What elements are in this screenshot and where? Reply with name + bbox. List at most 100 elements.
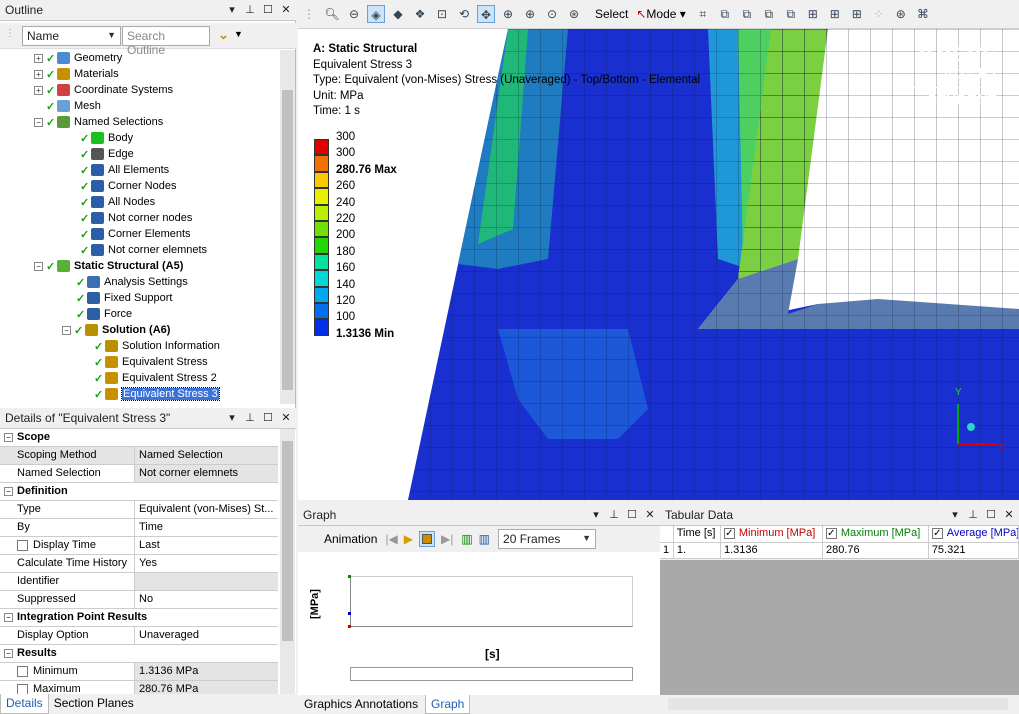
named-selection-row[interactable]: Named Selection Not corner elemnets bbox=[0, 465, 278, 483]
by-row[interactable]: By Time bbox=[0, 519, 278, 537]
row-value[interactable]: Last bbox=[135, 537, 278, 554]
distributed-frames-icon[interactable]: ▥ bbox=[461, 532, 472, 546]
tree-item[interactable]: ✓ Solution Information bbox=[94, 338, 220, 354]
column-visible-checkbox[interactable]: ✓ bbox=[931, 527, 943, 539]
tree-item[interactable]: ✓ All Elements bbox=[80, 162, 169, 178]
table-cell[interactable]: 1.3136 bbox=[721, 543, 823, 558]
annotation-icon[interactable]: ⌘ bbox=[914, 5, 932, 23]
first-frame-icon[interactable]: |◀ bbox=[385, 532, 397, 546]
minimum-row[interactable]: Minimum 1.3136 MPa bbox=[0, 663, 278, 681]
tab-graphics-annotations[interactable]: Graphics Annotations bbox=[304, 697, 418, 711]
label-icon[interactable]: ⊛ bbox=[892, 5, 910, 23]
tree-item[interactable]: ✓ Force bbox=[64, 306, 132, 322]
collapse-icon[interactable]: − bbox=[62, 325, 71, 335]
tree-item[interactable]: + ✓ Geometry bbox=[34, 50, 122, 66]
extend-selection-icon[interactable]: ⊞ bbox=[848, 5, 866, 23]
result-sets-icon[interactable]: ▥ bbox=[479, 532, 490, 546]
close-icon[interactable]: ✕ bbox=[280, 411, 292, 424]
column-header[interactable]: ✓ Average [MPa] bbox=[929, 526, 1019, 542]
maximize-icon[interactable]: ☐ bbox=[985, 508, 997, 521]
outline-search-input[interactable]: Search Outline bbox=[122, 26, 210, 57]
pin-dropdown-icon[interactable]: ▾ bbox=[226, 3, 238, 16]
tree-item[interactable]: + ✓ Coordinate Systems bbox=[34, 82, 173, 98]
row-value[interactable]: Yes bbox=[135, 555, 278, 572]
expand-icon[interactable]: + bbox=[34, 53, 43, 63]
column-header[interactable]: Time [s] bbox=[674, 526, 721, 542]
time-scrubber[interactable] bbox=[350, 667, 633, 681]
contour-legend[interactable]: 300 300 280.76 Max 260 240 220 200 180 160 140 120… bbox=[314, 131, 434, 346]
select-element-icon[interactable]: ⊞ bbox=[826, 5, 844, 23]
details-scrollbar[interactable] bbox=[280, 429, 295, 694]
outline-filter-select[interactable]: Name ▼ bbox=[22, 26, 121, 46]
maximize-icon[interactable]: ☐ bbox=[262, 411, 274, 424]
scope-group[interactable]: − Scope bbox=[0, 429, 278, 447]
frames-select[interactable]: 20 Frames ▼ bbox=[498, 529, 597, 549]
tree-item[interactable]: ✓ Analysis Settings bbox=[64, 274, 188, 290]
tab-details[interactable]: Details bbox=[0, 694, 49, 714]
tree-item[interactable]: − ✓ Named Selections bbox=[34, 114, 163, 130]
filter-options-chevron-icon[interactable]: ⌄ bbox=[218, 27, 229, 43]
tab-graph[interactable]: Graph bbox=[425, 695, 471, 714]
close-icon[interactable]: ✕ bbox=[1003, 508, 1015, 521]
tree-item[interactable]: ✓ Mesh bbox=[34, 98, 101, 114]
zoom-to-fit-icon[interactable]: 🔍︎ bbox=[323, 5, 341, 23]
tree-item[interactable]: − ✓ Solution (A6) bbox=[62, 322, 170, 338]
identifier-row[interactable]: Identifier bbox=[0, 573, 278, 591]
collapse-icon[interactable]: − bbox=[4, 487, 13, 496]
filter-dropdown-icon[interactable]: ▼ bbox=[234, 29, 243, 39]
select-vertex-icon[interactable]: ⌗ bbox=[694, 5, 712, 23]
display-option-row[interactable]: Display Option Unaveraged bbox=[0, 627, 278, 645]
collapse-icon[interactable]: − bbox=[4, 433, 13, 442]
pin-icon[interactable]: ⊥ bbox=[967, 508, 979, 521]
close-icon[interactable]: ✕ bbox=[280, 3, 292, 16]
rotate-icon[interactable]: ⟲ bbox=[455, 5, 473, 23]
type-row[interactable]: Type Equivalent (von-Mises) St... bbox=[0, 501, 278, 519]
tree-item[interactable]: ✓ Corner Nodes bbox=[80, 178, 176, 194]
definition-group[interactable]: − Definition bbox=[0, 483, 278, 501]
wireframe-view-icon[interactable]: ◆ bbox=[389, 5, 407, 23]
tree-item[interactable]: ✓ Equivalent Stress bbox=[94, 354, 208, 370]
graphics-viewport[interactable]: Y X A: Static Structural Equivalent Stre… bbox=[298, 29, 1019, 500]
tree-item[interactable]: ✓ Not corner nodes bbox=[80, 210, 192, 226]
pin-icon[interactable]: ⊥ bbox=[244, 411, 256, 424]
pin-icon[interactable]: ⊥ bbox=[244, 3, 256, 16]
pin-icon[interactable]: ⊥ bbox=[608, 508, 620, 521]
display-time-checkbox[interactable] bbox=[17, 539, 28, 551]
box-zoom-icon[interactable]: ⊕ bbox=[521, 5, 539, 23]
pin-dropdown-icon[interactable]: ▾ bbox=[226, 411, 238, 424]
table-cell[interactable]: 1. bbox=[674, 543, 721, 558]
details-scroll-thumb[interactable] bbox=[282, 441, 293, 641]
row-value[interactable]: Named Selection bbox=[135, 447, 278, 464]
stop-icon[interactable] bbox=[418, 531, 435, 547]
tree-item[interactable]: ✓ Edge bbox=[80, 146, 134, 162]
row-value[interactable]: Time bbox=[135, 519, 278, 536]
pin-dropdown-icon[interactable]: ▾ bbox=[590, 508, 602, 521]
zoom-out-icon[interactable]: ⊖ bbox=[345, 5, 363, 23]
pan-icon[interactable]: ✥ bbox=[477, 5, 495, 23]
close-icon[interactable]: ✕ bbox=[644, 508, 656, 521]
tree-item[interactable]: − ✓ Static Structural (A5) bbox=[34, 258, 183, 274]
row-value[interactable]: Unaveraged bbox=[135, 627, 278, 644]
select-node-icon[interactable]: ⧉ bbox=[782, 5, 800, 23]
collapse-icon[interactable]: − bbox=[4, 649, 13, 658]
integration-group[interactable]: − Integration Point Results bbox=[0, 609, 278, 627]
tabular-hscrollbar[interactable] bbox=[668, 698, 1008, 710]
expand-icon[interactable]: + bbox=[34, 69, 43, 79]
collapse-icon[interactable]: − bbox=[34, 117, 43, 127]
row-value[interactable]: Equivalent (von-Mises) St... bbox=[135, 501, 278, 518]
expand-icon[interactable]: + bbox=[34, 85, 43, 95]
tree-item[interactable]: ✓ Body bbox=[80, 130, 133, 146]
tree-item[interactable]: ✓ Not corner elemnets bbox=[80, 242, 207, 258]
last-frame-icon[interactable]: ▶| bbox=[441, 532, 453, 546]
column-visible-checkbox[interactable]: ✓ bbox=[825, 527, 837, 539]
select-through-icon[interactable]: ⊡ bbox=[433, 5, 451, 23]
select-label[interactable]: Select bbox=[595, 7, 628, 21]
tab-section-planes[interactable]: Section Planes bbox=[49, 694, 139, 714]
maximum-checkbox[interactable] bbox=[17, 683, 28, 694]
select-body-icon[interactable]: ⧉ bbox=[760, 5, 778, 23]
collapse-icon[interactable]: − bbox=[34, 261, 43, 271]
minimum-checkbox[interactable] bbox=[17, 665, 28, 677]
table-cell[interactable]: 280.76 bbox=[823, 543, 929, 558]
display-time-row[interactable]: Display Time Last bbox=[0, 537, 278, 555]
tree-item[interactable]: ✓ Equivalent Stress 2 bbox=[94, 370, 217, 386]
